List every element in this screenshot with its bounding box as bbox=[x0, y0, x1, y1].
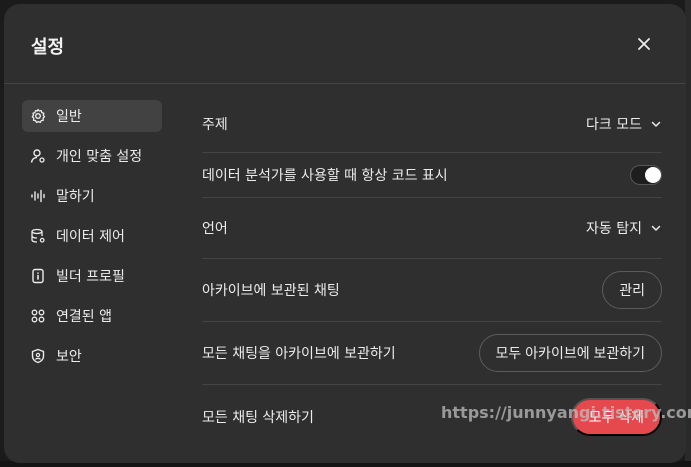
settings-sidebar: 일반 개인 맞춤 설정 말하기 데이터 제어 빌더 프로필 연결된 앱 보안 bbox=[22, 100, 162, 380]
dialog-header: 설정 bbox=[4, 4, 686, 84]
setting-row-language: 언어 자동 탐지 bbox=[202, 198, 662, 259]
language-value: 자동 탐지 bbox=[586, 221, 642, 237]
close-button[interactable] bbox=[632, 32, 656, 56]
person-settings-icon bbox=[30, 148, 46, 164]
language-label: 언어 bbox=[202, 221, 228, 237]
sidebar-item-data-controls[interactable]: 데이터 제어 bbox=[22, 220, 162, 252]
close-icon bbox=[638, 38, 650, 50]
sidebar-item-security[interactable]: 보안 bbox=[22, 340, 162, 372]
theme-label: 주제 bbox=[202, 117, 228, 133]
sidebar-item-label: 일반 bbox=[56, 109, 82, 125]
archive-all-label: 모든 채팅을 아카이브에 보관하기 bbox=[202, 346, 396, 362]
setting-row-archive-all: 모든 채팅을 아카이브에 보관하기 모두 아카이브에 보관하기 bbox=[202, 322, 662, 385]
chevron-down-icon bbox=[650, 222, 662, 234]
waveform-icon bbox=[30, 188, 46, 204]
sidebar-item-personalization[interactable]: 개인 맞춤 설정 bbox=[22, 140, 162, 172]
sidebar-item-label: 개인 맞춤 설정 bbox=[56, 149, 143, 165]
theme-value: 다크 모드 bbox=[586, 117, 642, 133]
grid-apps-icon bbox=[30, 308, 46, 324]
gear-icon bbox=[30, 108, 46, 124]
dialog-title: 설정 bbox=[31, 37, 65, 58]
setting-row-archived: 아카이브에 보관된 채팅 관리 bbox=[202, 259, 662, 322]
sidebar-item-label: 보안 bbox=[56, 349, 82, 365]
sidebar-item-label: 말하기 bbox=[56, 189, 95, 205]
sidebar-item-label: 연결된 앱 bbox=[56, 309, 112, 325]
shield-icon bbox=[30, 348, 46, 364]
code-display-toggle[interactable] bbox=[630, 165, 662, 185]
setting-row-code-display: 데이터 분석가를 사용할 때 항상 코드 표시 bbox=[202, 153, 662, 198]
language-dropdown[interactable]: 자동 탐지 bbox=[586, 218, 662, 238]
settings-content: 주제 다크 모드 데이터 분석가를 사용할 때 항상 코드 표시 언어 자동 탐… bbox=[202, 96, 662, 449]
database-icon bbox=[30, 228, 46, 244]
sidebar-item-label: 빌더 프로필 bbox=[56, 269, 125, 285]
sidebar-item-connected-apps[interactable]: 연결된 앱 bbox=[22, 300, 162, 332]
delete-all-label: 모든 채팅 삭제하기 bbox=[202, 410, 314, 426]
theme-dropdown[interactable]: 다크 모드 bbox=[586, 114, 662, 134]
chevron-down-icon bbox=[650, 118, 662, 130]
archive-all-button[interactable]: 모두 아카이브에 보관하기 bbox=[478, 334, 662, 372]
sidebar-item-builder-profile[interactable]: 빌더 프로필 bbox=[22, 260, 162, 292]
toggle-knob bbox=[645, 167, 661, 183]
setting-row-delete-all: 모든 채팅 삭제하기 모두 삭제 bbox=[202, 385, 662, 449]
setting-row-theme: 주제 다크 모드 bbox=[202, 96, 662, 153]
archived-label: 아카이브에 보관된 채팅 bbox=[202, 283, 340, 299]
manage-archived-button[interactable]: 관리 bbox=[602, 271, 662, 309]
sidebar-item-speech[interactable]: 말하기 bbox=[22, 180, 162, 212]
id-card-icon bbox=[30, 268, 46, 284]
sidebar-item-general[interactable]: 일반 bbox=[22, 100, 162, 132]
delete-all-button[interactable]: 모두 삭제 bbox=[570, 398, 662, 436]
sidebar-item-label: 데이터 제어 bbox=[56, 229, 125, 245]
code-display-label: 데이터 분석가를 사용할 때 항상 코드 표시 bbox=[202, 168, 448, 184]
settings-dialog: 설정 일반 개인 맞춤 설정 말하기 데이터 제어 빌더 프로필 연결된 앱 보… bbox=[4, 4, 686, 463]
